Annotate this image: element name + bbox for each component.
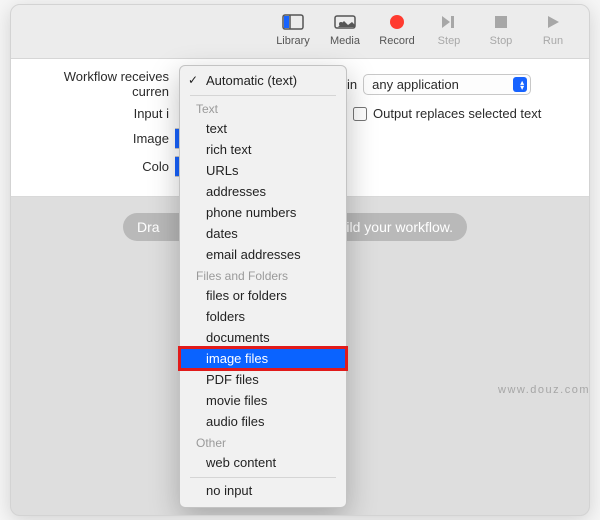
run-label: Run bbox=[543, 35, 563, 47]
dropdown-item-label: rich text bbox=[206, 142, 252, 157]
dropdown-item-movie[interactable]: movie files bbox=[180, 390, 346, 411]
color-label: Colo bbox=[25, 159, 175, 174]
media-icon bbox=[334, 11, 356, 33]
dropdown-item-label: web content bbox=[206, 455, 276, 470]
dropdown-item-richtext[interactable]: rich text bbox=[180, 139, 346, 160]
dropdown-separator bbox=[190, 95, 336, 96]
toolbar: Library Media Record Step Stop bbox=[11, 5, 589, 59]
checkmark-icon: ✓ bbox=[188, 73, 198, 87]
output-replaces-label: Output replaces selected text bbox=[373, 106, 541, 121]
dropdown-item-image-files[interactable]: image files bbox=[180, 348, 346, 369]
dropdown-item-label: Automatic (text) bbox=[206, 73, 297, 88]
dropdown-heading-other: Other bbox=[180, 432, 346, 452]
dropdown-item-label: no input bbox=[206, 483, 252, 498]
step-icon bbox=[440, 11, 458, 33]
application-select[interactable]: any application ▴▾ bbox=[363, 74, 531, 95]
dropdown-item-urls[interactable]: URLs bbox=[180, 160, 346, 181]
dropdown-item-label: email addresses bbox=[206, 247, 301, 262]
media-label: Media bbox=[330, 35, 360, 47]
dropdown-item-automatic[interactable]: ✓ Automatic (text) bbox=[180, 70, 346, 91]
stop-button[interactable]: Stop bbox=[479, 11, 523, 47]
dropdown-item-web[interactable]: web content bbox=[180, 452, 346, 473]
media-button[interactable]: Media bbox=[323, 11, 367, 47]
in-word: in bbox=[347, 77, 357, 92]
dropdown-item-label: addresses bbox=[206, 184, 266, 199]
play-icon bbox=[545, 11, 561, 33]
dropdown-item-label: URLs bbox=[206, 163, 239, 178]
record-button[interactable]: Record bbox=[375, 11, 419, 47]
dropdown-item-label: audio files bbox=[206, 414, 265, 429]
dropdown-item-no-input[interactable]: no input bbox=[180, 480, 346, 501]
dropdown-item-phone[interactable]: phone numbers bbox=[180, 202, 346, 223]
application-select-value: any application bbox=[372, 77, 459, 92]
dropdown-item-folders[interactable]: folders bbox=[180, 306, 346, 327]
run-button[interactable]: Run bbox=[531, 11, 575, 47]
dropdown-item-label: documents bbox=[206, 330, 270, 345]
dropdown-item-pdf[interactable]: PDF files bbox=[180, 369, 346, 390]
dropdown-heading-files: Files and Folders bbox=[180, 265, 346, 285]
record-icon bbox=[388, 11, 406, 33]
automator-window: Library Media Record Step Stop bbox=[10, 4, 590, 516]
input-label: Input i bbox=[25, 106, 175, 121]
drag-hint-right: build your workflow. bbox=[331, 219, 453, 235]
dropdown-item-label: folders bbox=[206, 309, 245, 324]
dropdown-item-dates[interactable]: dates bbox=[180, 223, 346, 244]
dropdown-item-addresses[interactable]: addresses bbox=[180, 181, 346, 202]
step-label: Step bbox=[438, 35, 461, 47]
drag-hint-left: Dra bbox=[137, 219, 160, 235]
dropdown-item-documents[interactable]: documents bbox=[180, 327, 346, 348]
receives-label: Workflow receives curren bbox=[25, 69, 175, 99]
dropdown-item-label: movie files bbox=[206, 393, 267, 408]
library-button[interactable]: Library bbox=[271, 11, 315, 47]
dropdown-item-label: phone numbers bbox=[206, 205, 296, 220]
dropdown-item-label: text bbox=[206, 121, 227, 136]
dropdown-heading-text: Text bbox=[180, 98, 346, 118]
stop-label: Stop bbox=[490, 35, 513, 47]
dropdown-separator bbox=[190, 477, 336, 478]
dropdown-item-label: PDF files bbox=[206, 372, 259, 387]
output-replaces-checkbox[interactable]: Output replaces selected text bbox=[353, 106, 541, 121]
dropdown-item-label: image files bbox=[206, 351, 268, 366]
dropdown-item-label: files or folders bbox=[206, 288, 287, 303]
input-type-dropdown[interactable]: ✓ Automatic (text) Text text rich text U… bbox=[179, 65, 347, 508]
dropdown-item-text[interactable]: text bbox=[180, 118, 346, 139]
output-replaces-input[interactable] bbox=[353, 107, 367, 121]
dropdown-item-label: dates bbox=[206, 226, 238, 241]
dropdown-item-audio[interactable]: audio files bbox=[180, 411, 346, 432]
library-icon bbox=[282, 11, 304, 33]
dropdown-item-files-or-folders[interactable]: files or folders bbox=[180, 285, 346, 306]
watermark: www.douz.com bbox=[498, 384, 590, 396]
library-label: Library bbox=[276, 35, 310, 47]
step-button[interactable]: Step bbox=[427, 11, 471, 47]
image-label: Image bbox=[25, 131, 175, 146]
chevron-updown-icon: ▴▾ bbox=[520, 80, 524, 90]
dropdown-item-email[interactable]: email addresses bbox=[180, 244, 346, 265]
stop-icon bbox=[493, 11, 509, 33]
record-label: Record bbox=[379, 35, 414, 47]
